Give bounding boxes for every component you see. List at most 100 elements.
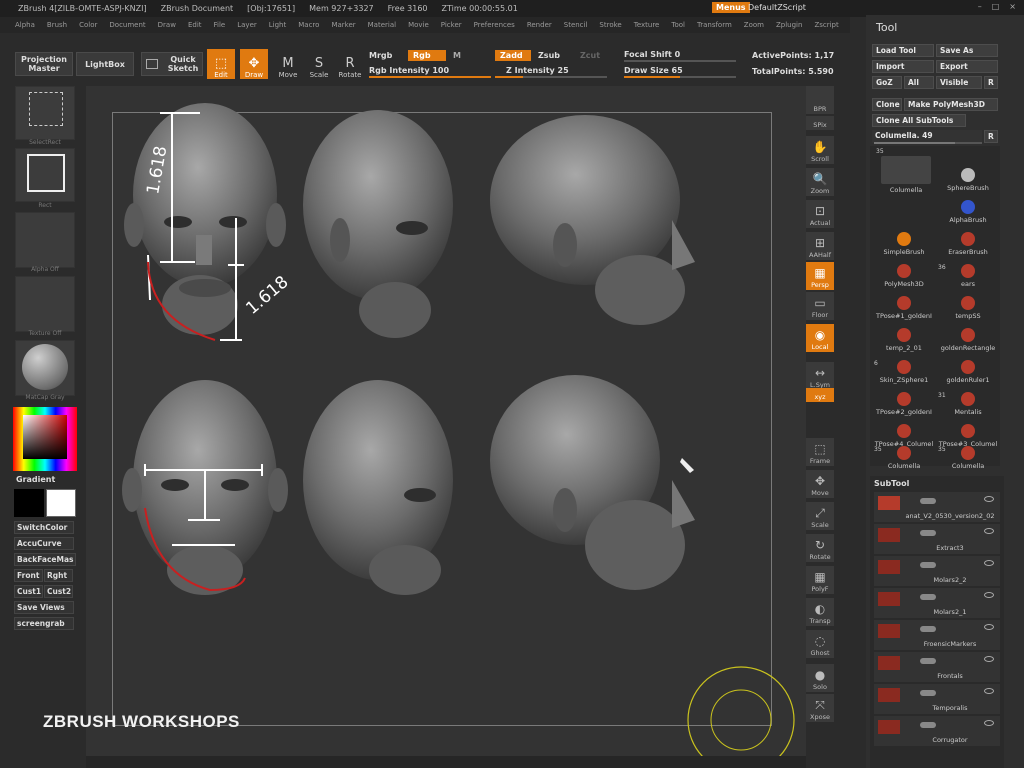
shelf-frame-button[interactable]: ⬚ Frame (806, 438, 834, 466)
shelf-solo-button[interactable]: ● Solo (806, 664, 834, 692)
subtool-row[interactable]: Extract3 (874, 524, 1000, 555)
draw-size-label[interactable]: Draw Size 65 (624, 66, 683, 75)
tool-thumbnail[interactable]: TPose#4_Columel (872, 424, 936, 448)
save-as-button[interactable]: Save As (936, 44, 998, 57)
draw-size-slider[interactable] (624, 76, 736, 78)
cust2-button[interactable]: Cust2 (44, 585, 73, 598)
menu-document[interactable]: Document (109, 21, 145, 29)
menu-draw[interactable]: Draw (158, 21, 176, 29)
tool-thumbnail[interactable]: TPose#3_Columel (936, 424, 1000, 448)
menu-stroke[interactable]: Stroke (599, 21, 621, 29)
subtool-toggle[interactable] (920, 594, 936, 600)
tool-thumbnail[interactable]: goldenRectangle (936, 328, 1000, 352)
shelf-lsym-button[interactable]: ↔ L.Sym (806, 362, 834, 390)
load-tool-button[interactable]: Load Tool (872, 44, 934, 57)
shelf-aahalf-button[interactable]: ⊞ AAHalf (806, 232, 834, 260)
subtool-row[interactable]: Corrugator (874, 716, 1000, 747)
subtool-toggle[interactable] (920, 626, 936, 632)
maximize-button[interactable]: □ (992, 2, 1000, 11)
goz-button[interactable]: GoZ (872, 76, 902, 89)
shelf-move-button[interactable]: ✥ Move (806, 470, 834, 498)
rgb-button[interactable]: Rgb (408, 50, 446, 61)
menu-layer[interactable]: Layer (237, 21, 257, 29)
selectrect-tile[interactable] (15, 86, 75, 140)
eye-icon[interactable] (984, 560, 994, 566)
eye-icon[interactable] (984, 688, 994, 694)
primary-color-swatch[interactable] (46, 489, 76, 517)
mrgb-button[interactable]: Mrgb (369, 51, 392, 60)
move-mode-button[interactable]: M Move (274, 49, 302, 80)
screengrab-button[interactable]: screengrab (14, 617, 74, 630)
eye-icon[interactable] (984, 528, 994, 534)
subtool-row[interactable]: Molars2_1 (874, 588, 1000, 619)
tool-thumbnail[interactable]: 36 ears (936, 264, 1000, 288)
r-button-2[interactable]: R (984, 130, 998, 143)
menu-render[interactable]: Render (527, 21, 552, 29)
menu-color[interactable]: Color (79, 21, 97, 29)
clone-all-subtools-button[interactable]: Clone All SubTools (872, 114, 966, 127)
menu-preferences[interactable]: Preferences (474, 21, 515, 29)
color-picker[interactable] (13, 407, 77, 471)
tool-thumbnail[interactable]: 31 Mentalis (936, 392, 1000, 416)
import-button[interactable]: Import (872, 60, 934, 73)
shelf-actual-button[interactable]: ⊡ Actual (806, 200, 834, 228)
focal-shift-label[interactable]: Focal Shift 0 (624, 50, 680, 59)
rgb-intensity-slider[interactable] (369, 76, 491, 78)
menu-tool[interactable]: Tool (671, 21, 685, 29)
subtool-row[interactable]: anat_V2_0530_version2_02 (874, 492, 1000, 523)
tool-thumbnail[interactable]: EraserBrush (936, 232, 1000, 256)
menu-light[interactable]: Light (269, 21, 286, 29)
subtool-toggle[interactable] (920, 562, 936, 568)
zcut-button[interactable]: Zcut (580, 51, 600, 60)
color-saturation-square[interactable] (23, 415, 67, 459)
tool-thumbnail[interactable]: 35 Columella (872, 446, 936, 470)
menu-picker[interactable]: Picker (441, 21, 462, 29)
eye-icon[interactable] (984, 656, 994, 662)
eye-icon[interactable] (984, 720, 994, 726)
subtool-toggle[interactable] (920, 722, 936, 728)
eye-icon[interactable] (984, 624, 994, 630)
tool-thumbnail[interactable]: 35 Columella (874, 148, 938, 194)
tool-thumbnail[interactable]: 6 Skin_ZSphere1 (872, 360, 936, 384)
right-view-button[interactable]: Rght (44, 569, 73, 582)
z-intensity-slider[interactable] (495, 76, 607, 78)
clone-button[interactable]: Clone (872, 98, 902, 111)
menu-texture[interactable]: Texture (634, 21, 660, 29)
menu-brush[interactable]: Brush (47, 21, 67, 29)
tool-thumbnail[interactable]: TPose#2_goldenI (872, 392, 936, 416)
quick-sketch-button[interactable]: Quick Sketch (141, 52, 203, 76)
tool-thumbnail[interactable]: SphereBrush (936, 168, 1000, 192)
rotate-mode-button[interactable]: R Rotate (336, 49, 364, 80)
shelf-bpr-button[interactable]: BPR (806, 86, 834, 114)
subtool-toggle[interactable] (920, 498, 936, 504)
tool-thumbnail[interactable]: TPose#1_goldenI (872, 296, 936, 320)
edit-mode-button[interactable]: ⬚ Edit (207, 49, 235, 79)
secondary-color-swatch[interactable] (14, 489, 44, 517)
texture-tile[interactable] (15, 276, 75, 332)
menu-stencil[interactable]: Stencil (564, 21, 588, 29)
shelf-persp-button[interactable]: ▦ Persp (806, 262, 834, 290)
tool-thumbnail[interactable]: tempSS (936, 296, 1000, 320)
menu-marker[interactable]: Marker (331, 21, 355, 29)
subtool-row[interactable]: Frontals (874, 652, 1000, 683)
eye-icon[interactable] (984, 592, 994, 598)
rgb-intensity-label[interactable]: Rgb Intensity 100 (369, 66, 449, 75)
menu-edit[interactable]: Edit (188, 21, 202, 29)
shelf-spix-button[interactable]: SPix (806, 116, 834, 130)
switchcolor-button[interactable]: SwitchColor (14, 521, 74, 534)
menu-file[interactable]: File (214, 21, 226, 29)
current-tool-slider-track[interactable] (874, 142, 982, 144)
shelf-transp-button[interactable]: ◐ Transp (806, 598, 834, 626)
alpha-tile[interactable] (15, 212, 75, 268)
shelf-ghost-button[interactable]: ◌ Ghost (806, 630, 834, 658)
subtool-toggle[interactable] (920, 658, 936, 664)
lightbox-button[interactable]: LightBox (76, 52, 134, 76)
export-button[interactable]: Export (936, 60, 998, 73)
shelf-local-button[interactable]: ◉ Local (806, 324, 834, 352)
all-button[interactable]: All (904, 76, 934, 89)
head-models-illustration[interactable]: 1.618 1.618 (86, 86, 806, 756)
backface-mask-button[interactable]: BackFaceMas (14, 553, 76, 566)
eye-icon[interactable] (984, 496, 994, 502)
m-button[interactable]: M (453, 51, 461, 60)
gradient-label[interactable]: Gradient (16, 475, 55, 484)
